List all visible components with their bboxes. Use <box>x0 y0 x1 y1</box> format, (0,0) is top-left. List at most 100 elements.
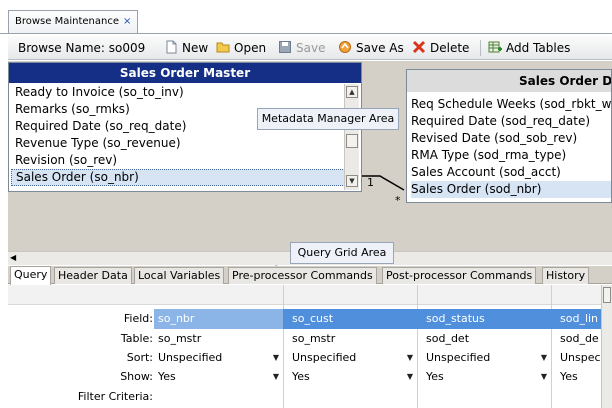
grid-header-row <box>8 285 612 305</box>
list-item[interactable]: RMA Type (sod_rma_type) <box>411 147 611 164</box>
sort-select-2[interactable]: Unspecified ▼ <box>288 348 417 368</box>
master-table-title: Sales Order Master <box>9 63 361 83</box>
tab-browse-maintenance[interactable]: Browse Maintenance × <box>8 10 138 34</box>
scroll-left-icon[interactable]: ◀ <box>10 253 16 262</box>
list-item[interactable]: Ready to Invoice (so_to_inv) <box>11 84 345 101</box>
row-label-field: Field: <box>123 312 153 325</box>
list-item-selected[interactable]: Sales Order (sod_nbr) <box>411 181 611 198</box>
list-item[interactable]: Revised Date (sod_sob_rev) <box>411 130 611 147</box>
list-item-selected[interactable]: Sales Order (so_nbr) <box>11 169 345 186</box>
join-one-label: 1 <box>367 176 374 189</box>
master-scrollbar[interactable]: ▲ ▼ <box>344 84 359 190</box>
scroll-up-icon[interactable]: ▲ <box>346 86 358 98</box>
show-value: Yes <box>158 370 176 383</box>
show-select-4[interactable]: Yes <box>556 367 601 387</box>
field-cell-1[interactable]: so_nbr <box>154 309 283 329</box>
close-icon[interactable]: × <box>123 16 131 27</box>
row-label-filter: Filter Criteria: <box>77 390 153 403</box>
tab-pre-processor-commands[interactable]: Pre-processor Commands <box>228 267 377 284</box>
save-disk-icon <box>279 41 291 53</box>
column-divider <box>551 285 552 408</box>
table-cell-2[interactable]: so_mstr <box>288 329 417 349</box>
row-label-sort: Sort: <box>126 351 153 364</box>
dropdown-arrow-icon[interactable]: ▼ <box>273 348 279 368</box>
filter-cell-1[interactable] <box>154 387 283 407</box>
browse-name-label: Browse Name: <box>18 41 105 55</box>
list-item[interactable]: Required Date (sod_req_date) <box>411 113 611 130</box>
save-as-button[interactable]: Save As <box>338 40 404 56</box>
toolbar-separator <box>480 40 481 56</box>
open-button[interactable]: Open <box>216 40 266 56</box>
open-label: Open <box>234 41 267 55</box>
table-cell-1[interactable]: so_mstr <box>154 329 283 349</box>
list-item[interactable]: Revenue Type (so_revenue) <box>11 135 345 152</box>
delete-label: Delete <box>430 41 470 55</box>
save-as-label: Save As <box>356 41 404 55</box>
sales-order-detail-table[interactable]: Sales Order De Req Schedule Weeks (sod_r… <box>406 69 612 203</box>
save-button[interactable]: Save <box>278 40 325 56</box>
new-document-icon <box>166 40 177 54</box>
row-label-table: Table: <box>120 332 153 345</box>
tab-header-data[interactable]: Header Data <box>54 267 132 284</box>
filter-cell-3[interactable] <box>422 387 551 407</box>
sort-value: Unspecified <box>292 351 357 364</box>
grid-vertical-scrollbar[interactable] <box>601 285 612 408</box>
save-as-icon <box>339 41 351 53</box>
add-table-icon <box>488 41 502 53</box>
dropdown-arrow-icon[interactable]: ▼ <box>541 348 547 368</box>
toolbar: Browse Name: so009 New Open Save Save As… <box>8 36 612 60</box>
list-item[interactable]: Req Schedule Weeks (sod_rbkt_wee <box>411 96 611 113</box>
browse-name: Browse Name: so009 <box>18 40 145 56</box>
show-value: Yes <box>560 370 578 383</box>
sort-select-3[interactable]: Unspecified ▼ <box>422 348 551 368</box>
browse-name-value: so009 <box>108 41 146 55</box>
field-cell-2[interactable]: so_cust <box>288 309 417 329</box>
sort-value: Unspecified <box>158 351 223 364</box>
tab-divider <box>0 33 612 34</box>
list-item[interactable]: Revision (so_rev) <box>11 152 345 169</box>
add-tables-button[interactable]: Add Tables <box>488 40 570 56</box>
row-label-show: Show: <box>120 370 153 383</box>
sort-select-4[interactable]: Unspec <box>556 348 601 368</box>
filter-cell-2[interactable] <box>288 387 417 407</box>
new-label: New <box>182 41 209 55</box>
table-cell-4[interactable]: sod_de <box>556 329 601 349</box>
scroll-down-icon[interactable]: ▼ <box>346 175 358 187</box>
column-divider <box>417 285 418 408</box>
show-select-3[interactable]: Yes ▼ <box>422 367 551 387</box>
folder-icon <box>216 42 230 53</box>
tab-history[interactable]: History <box>542 267 590 284</box>
dropdown-arrow-icon[interactable]: ▼ <box>541 367 547 387</box>
detail-field-list: Req Schedule Weeks (sod_rbkt_wee Require… <box>411 96 611 198</box>
master-field-list: Ready to Invoice (so_to_inv) Remarks (so… <box>11 84 345 186</box>
dropdown-arrow-icon[interactable]: ▼ <box>273 367 279 387</box>
sort-value: Unspecified <box>426 351 491 364</box>
delete-x-icon <box>412 40 426 54</box>
dropdown-arrow-icon[interactable]: ▼ <box>407 348 413 368</box>
show-select-1[interactable]: Yes ▼ <box>154 367 283 387</box>
metadata-manager-callout: Metadata Manager Area <box>257 108 399 130</box>
sort-select-1[interactable]: Unspecified ▼ <box>154 348 283 368</box>
scroll-thumb[interactable] <box>346 134 358 148</box>
show-select-2[interactable]: Yes ▼ <box>288 367 417 387</box>
list-item[interactable]: Sales Account (sod_acct) <box>411 164 611 181</box>
query-grid-callout: Query Grid Area <box>290 242 394 264</box>
detail-table-title: Sales Order De <box>407 70 611 92</box>
field-cell-4[interactable]: sod_lin <box>556 309 601 329</box>
scroll-thumb[interactable] <box>603 287 611 303</box>
field-cell-3[interactable]: sod_status <box>422 309 551 329</box>
query-tabs: Query Header Data Local Variables Pre-pr… <box>8 266 612 285</box>
tab-query[interactable]: Query <box>10 266 52 285</box>
new-button[interactable]: New <box>164 40 208 56</box>
sort-value: Unspec <box>560 351 601 364</box>
delete-button[interactable]: Delete <box>412 40 469 56</box>
table-cell-3[interactable]: sod_det <box>422 329 551 349</box>
show-value: Yes <box>292 370 310 383</box>
column-divider <box>283 285 284 408</box>
tab-label: Browse Maintenance <box>15 16 119 27</box>
dropdown-arrow-icon[interactable]: ▼ <box>407 367 413 387</box>
tab-post-processor-commands[interactable]: Post-processor Commands <box>382 267 537 284</box>
show-value: Yes <box>426 370 444 383</box>
join-many-label: * <box>395 194 401 207</box>
tab-local-variables[interactable]: Local Variables <box>134 267 225 284</box>
